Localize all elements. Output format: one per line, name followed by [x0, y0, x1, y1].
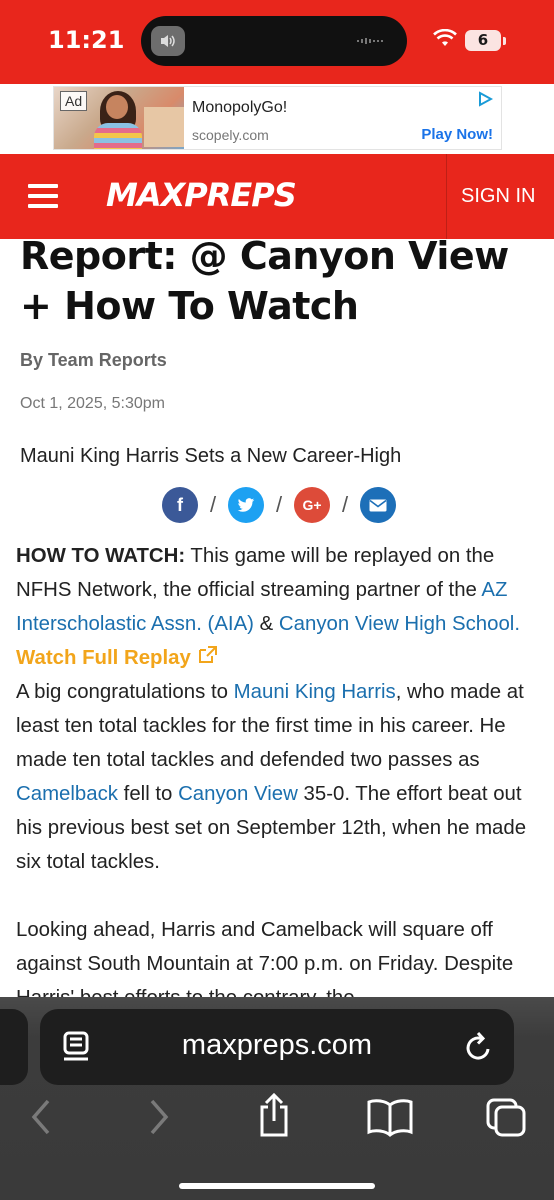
home-indicator[interactable]	[179, 1183, 375, 1189]
p2-text-a: A big congratulations to	[16, 681, 234, 703]
ad-badge: Ad	[60, 91, 88, 111]
ad-domain: scopely.com	[192, 127, 269, 143]
share-bar: f / / G+ /	[162, 487, 396, 523]
site-header: MAXPREPS SIGN IN	[0, 154, 554, 239]
ampersand-text: &	[253, 613, 279, 635]
wifi-icon	[433, 29, 457, 46]
article-subtitle: Mauni King Harris Sets a New Career-High	[20, 445, 402, 467]
address-bar[interactable]: maxpreps.com	[40, 1009, 514, 1085]
audio-level-icon	[357, 38, 383, 44]
looking-ahead-paragraph: Looking ahead, Harris and Camelback will…	[16, 919, 514, 999]
ad-cta-button[interactable]: Play Now!	[421, 126, 493, 143]
canyon-view-link[interactable]: Canyon View	[178, 783, 298, 805]
player-link[interactable]: Mauni King Harris	[234, 681, 396, 703]
share-separator: /	[341, 492, 349, 517]
publish-date: Oct 1, 2025, 5:30pm	[20, 395, 165, 412]
facebook-icon[interactable]: f	[162, 487, 198, 523]
share-separator: /	[275, 492, 283, 517]
maxpreps-logo[interactable]: MAXPREPS	[106, 176, 297, 214]
how-to-watch-paragraph: HOW TO WATCH: This game will be replayed…	[16, 539, 542, 675]
status-bar: 11:21 6	[0, 0, 554, 84]
previous-tab-peek[interactable]	[0, 1009, 28, 1085]
tabs-icon[interactable]	[484, 1097, 528, 1137]
article-headline: Report: @ Canyon View + How To Watch	[20, 239, 509, 328]
header-divider	[446, 154, 447, 239]
watch-full-replay-link[interactable]: Watch Full Replay	[16, 646, 217, 669]
ad-image[interactable]: Ad	[54, 87, 184, 149]
share-separator: /	[209, 492, 217, 517]
adchoices-icon[interactable]	[477, 91, 493, 107]
menu-icon[interactable]	[28, 184, 58, 208]
battery-tip	[503, 37, 506, 45]
speaker-icon	[151, 26, 185, 56]
google-plus-icon[interactable]: G+	[294, 487, 330, 523]
congrats-paragraph: A big congratulations to Mauni King Harr…	[16, 675, 542, 879]
browser-toolbar: maxpreps.com	[0, 997, 554, 1200]
byline[interactable]: By Team Reports	[20, 350, 167, 371]
url-text[interactable]: maxpreps.com	[40, 1029, 514, 1062]
ad-banner: Ad MonopolyGo! scopely.com Play Now!	[0, 84, 554, 154]
canyon-view-hs-link[interactable]: Canyon View High School	[279, 613, 514, 635]
twitter-icon[interactable]	[228, 487, 264, 523]
status-time: 11:21	[48, 26, 125, 54]
battery-icon: 6	[465, 30, 501, 51]
share-icon[interactable]	[254, 1091, 294, 1139]
ad-title[interactable]: MonopolyGo!	[192, 99, 287, 117]
article: Report: @ Canyon View + How To Watch By …	[0, 239, 554, 999]
back-icon[interactable]	[28, 1097, 54, 1137]
how-to-watch-label: HOW TO WATCH:	[16, 545, 186, 567]
ad-box[interactable]: Ad MonopolyGo! scopely.com Play Now!	[53, 86, 502, 150]
article-body: HOW TO WATCH: This game will be replayed…	[16, 539, 542, 999]
forward-icon[interactable]	[146, 1097, 172, 1137]
camelback-link[interactable]: Camelback	[16, 783, 118, 805]
p2-text-c: fell to	[118, 783, 179, 805]
external-link-icon	[198, 646, 217, 663]
reload-icon[interactable]	[464, 1029, 494, 1063]
bookmarks-icon[interactable]	[366, 1097, 414, 1137]
sign-in-button[interactable]: SIGN IN	[461, 185, 535, 208]
email-icon[interactable]	[360, 487, 396, 523]
dynamic-island	[141, 16, 407, 66]
bottom-toolbar	[0, 1092, 554, 1147]
watch-full-replay-label[interactable]: Watch Full Replay	[16, 647, 191, 669]
period-text: .	[514, 613, 520, 635]
